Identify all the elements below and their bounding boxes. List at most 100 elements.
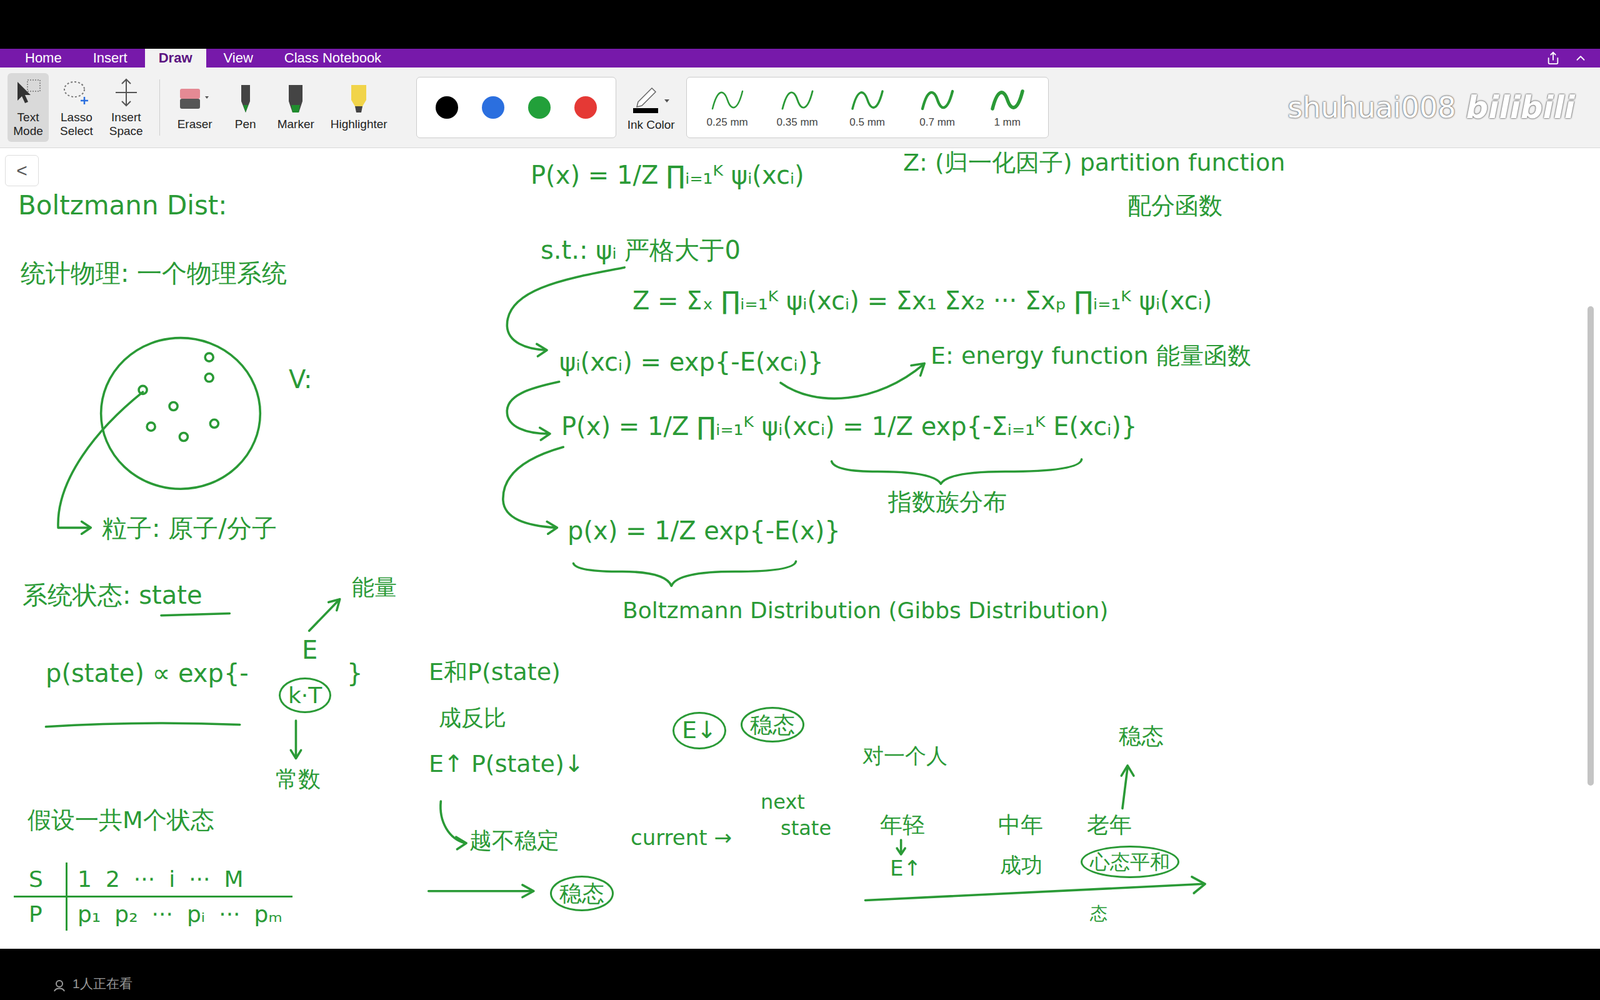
table-cell: pₘ [254,901,283,927]
ink-arrow [428,885,534,898]
ink-note[interactable]: next [760,790,805,814]
viewer-icon [52,978,67,993]
ink-note[interactable]: current → [630,825,732,851]
thickness-panel: 0.25 mm 0.35 mm 0.5 mm 0.7 mm 1 mm [686,76,1049,139]
ribbon-tab[interactable]: Insert [79,48,142,68]
tool-button[interactable]: Pen [225,80,267,135]
color-swatch[interactable] [574,96,597,119]
ink-note[interactable]: E↑ P(state)↓ [428,750,585,779]
ink-note[interactable]: 老年 [1086,811,1132,839]
ink-note[interactable]: Z = Σₓ ∏ᵢ₌₁ᴷ ψᵢ(xcᵢ) = Σx₁ Σx₂ ··· Σxₚ ∏… [632,285,1212,316]
ink-note[interactable]: E↓ [672,711,727,750]
back-button[interactable]: < [5,155,39,187]
color-swatch[interactable] [528,96,551,119]
color-swatch[interactable] [481,96,505,119]
tool-label: Insert Space [109,110,144,139]
ink-note[interactable]: 成功 [1000,852,1043,879]
watermark-user: shuhuai008 [1287,90,1456,125]
ink-note[interactable]: } [346,658,363,689]
ink-note[interactable]: p(state) ∝ exp{- [45,658,249,689]
ink-note[interactable]: 统计物理: 一个物理系统 [20,258,287,289]
thickness-option[interactable]: 0.5 mm [839,86,896,129]
ink-note[interactable]: Z: (归一化因子) partition function [903,148,1285,178]
ink-note[interactable]: 假设一共M个状态 [27,806,215,835]
tool-button[interactable]: Lasso Select [55,73,99,142]
thickness-option[interactable]: 0.25 mm [699,86,756,129]
tab-icons [1546,51,1588,65]
tool-button[interactable]: Marker [272,80,320,135]
share-icon[interactable] [1546,51,1560,65]
insert-space-icon [110,76,142,109]
ink-note[interactable]: k·T [278,677,332,714]
lasso-icon [60,76,92,109]
ink-note[interactable]: E和P(state) [428,658,561,687]
ink-note[interactable]: 中年 [998,811,1044,839]
ink-note[interactable]: P(x) = 1/Z ∏ᵢ₌₁ᴷ ψᵢ(xcᵢ) = 1/Z exp{-Σᵢ₌₁… [561,411,1137,442]
particle-dot [205,373,214,382]
table-head: S [13,862,68,898]
ink-note[interactable]: 越不稳定 [469,826,560,854]
ink-color-label: Ink Color [627,118,675,132]
ink-note[interactable]: 稳态 [550,875,614,912]
stroke-wave-icon [778,86,817,114]
ink-underline [45,723,240,727]
draw-toolbar: Text ModeLasso Select Insert Space EraserP… [0,67,1600,149]
ink-note[interactable]: 指数族分布 [888,488,1007,517]
ink-note[interactable]: 配分函数 [1127,191,1223,221]
ribbon-tab[interactable]: View [210,48,267,68]
state-table: S12···i···MPp₁p₂···pᵢ···pₘ [13,862,293,931]
note-canvas[interactable]: <Boltzmann Dist: 统计物理: 一个物理系统 V: 粒子: 原子/分子系… [0,148,1600,949]
ink-note[interactable]: 态 [1090,903,1108,925]
stroke-wave-icon [848,86,887,114]
ink-color-button[interactable]: Ink Color [627,83,675,132]
ink-underline [161,613,230,616]
ink-note[interactable]: 心态平和 [1080,845,1180,879]
ink-note[interactable]: 粒子: 原子/分子 [101,513,277,544]
ink-arrow [440,801,467,850]
watermark-logo: bilibili [1466,89,1575,126]
ink-note[interactable]: Boltzmann Distribution (Gibbs Distributi… [622,596,1109,624]
ribbon-tab[interactable]: Draw [145,48,207,68]
ribbon-tab[interactable]: Class Notebook [270,48,395,68]
ink-note[interactable]: ψᵢ(xcᵢ) = exp{-E(xcᵢ)} [559,346,824,377]
table-row: p₁p₂···pᵢ···pₘ [67,897,293,931]
ink-note[interactable]: P(x) = 1/Z ∏ᵢ₌₁ᴷ ψᵢ(xcᵢ) [530,160,805,190]
ribbon-tab[interactable]: Home [11,48,76,68]
tool-button[interactable]: Insert Space [104,73,149,142]
ink-note[interactable]: 常数 [275,765,321,793]
stroke-wave-icon [988,86,1027,114]
thickness-option[interactable]: 1 mm [979,86,1036,129]
ink-arrow [1121,765,1134,809]
ink-note[interactable]: 成反比 [438,704,507,732]
ink-note[interactable]: 系统状态: state [22,580,203,610]
ink-note[interactable]: 年轻 [880,811,925,839]
color-swatch[interactable] [435,96,459,119]
highlighter-icon [343,83,375,115]
tool-button[interactable]: Highlighter [325,80,393,135]
table-cell: pᵢ [186,901,205,927]
ink-note[interactable]: s.t.: ψᵢ 严格大于0 [540,235,741,265]
scrollbar-thumb[interactable] [1587,306,1594,786]
text-mode-icon [12,76,44,109]
tool-button[interactable]: Eraser [171,80,219,135]
thickness-option[interactable]: 0.7 mm [909,86,966,129]
ink-note[interactable]: E: energy function 能量函数 [930,341,1252,371]
ink-note[interactable]: 对一个人 [862,743,948,769]
marker-icon [280,83,312,115]
tool-button[interactable]: Text Mode [7,73,49,142]
select-tools: Text ModeLasso Select Insert Space [7,73,149,142]
collapse-icon[interactable] [1573,51,1588,65]
thickness-option[interactable]: 0.35 mm [769,86,826,129]
ink-note[interactable]: Boltzmann Dist: [18,190,227,222]
ink-note[interactable]: state [780,816,832,840]
ink-note[interactable]: 能量 [351,573,397,601]
ink-note[interactable]: p(x) = 1/Z exp{-E(x)} [567,515,841,546]
particle-dot [210,419,219,428]
ink-note[interactable]: 稳态 [1118,722,1164,750]
table-cell: 2 [105,866,120,892]
ink-note[interactable]: 稳态 [740,706,805,743]
ink-note[interactable]: E↑ [890,855,922,882]
ink-note[interactable]: E [301,635,318,665]
tool-label: Highlighter [330,117,388,132]
ink-note[interactable]: V: [288,364,313,395]
